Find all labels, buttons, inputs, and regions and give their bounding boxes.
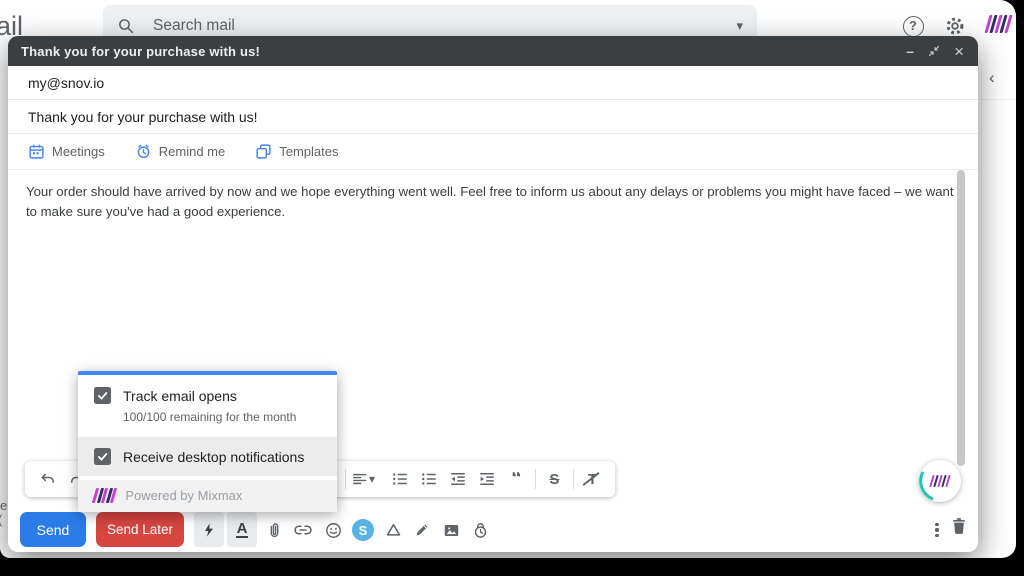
- more-options-icon[interactable]: [926, 519, 948, 541]
- bullet-list-icon[interactable]: [416, 465, 443, 493]
- align-icon[interactable]: ▾: [351, 465, 385, 493]
- trash-icon: [949, 516, 969, 536]
- minimize-icon[interactable]: –: [906, 44, 914, 58]
- checkbox-checked-icon[interactable]: [94, 387, 111, 404]
- alarm-icon: [135, 143, 152, 160]
- track-email-opens-label: Track email opens: [123, 388, 237, 404]
- compose-header[interactable]: Thank you for your purchase with us! – ×: [8, 36, 978, 66]
- align-caret-icon: ▾: [369, 472, 385, 486]
- meetings-label: Meetings: [52, 144, 105, 159]
- templates-label: Templates: [279, 144, 338, 159]
- meetings-button[interactable]: Meetings: [28, 143, 105, 160]
- undo-icon[interactable]: [34, 465, 61, 493]
- popout-icon[interactable]: [928, 45, 940, 57]
- side-panel-rule: [982, 99, 1016, 100]
- toolbar-divider: [573, 469, 574, 489]
- mixmax-send-options-popup: Track email opens 100/100 remaining for …: [78, 371, 337, 512]
- screen: ail ▾ ? ‹ e ( Thank you for your purchas…: [0, 0, 1024, 576]
- insert-drive-file-button[interactable]: [381, 517, 405, 543]
- message-body[interactable]: Your order should have arrived by now an…: [26, 182, 954, 223]
- mixmax-logo-icon: [929, 475, 951, 487]
- subject-field[interactable]: Thank you for your purchase with us!: [8, 100, 978, 134]
- clear-formatting-icon[interactable]: T: [579, 465, 606, 493]
- page-edge-fragment: e: [0, 498, 7, 513]
- templates-icon: [255, 143, 272, 160]
- strikethrough-icon[interactable]: S: [541, 465, 568, 493]
- mixmax-toolbar: Meetings Remind me Templates: [8, 134, 978, 170]
- send-button[interactable]: Send: [20, 512, 86, 547]
- recipient-value: my@snov.io: [28, 75, 104, 91]
- lock-clock-icon: [471, 521, 490, 540]
- insert-link-button[interactable]: [291, 517, 315, 543]
- insert-photo-button[interactable]: [439, 517, 463, 543]
- mixmax-tracking-toggle[interactable]: [194, 512, 224, 547]
- formatting-options-toggle[interactable]: A: [227, 512, 257, 547]
- pen-icon: [413, 521, 431, 539]
- outdent-icon[interactable]: [445, 465, 472, 493]
- help-icon: ?: [903, 16, 924, 37]
- link-icon: [293, 520, 313, 540]
- page-edge-fragment: (: [0, 512, 2, 527]
- skype-icon: S: [352, 519, 374, 541]
- subject-value: Thank you for your purchase with us!: [28, 109, 258, 125]
- remind-me-label: Remind me: [159, 144, 225, 159]
- search-icon: [117, 17, 135, 35]
- drive-icon: [384, 521, 403, 540]
- scrollbar-thumb[interactable]: [957, 170, 965, 466]
- search-options-caret-icon[interactable]: ▾: [736, 18, 743, 34]
- discard-draft-button[interactable]: [949, 516, 969, 541]
- powered-by-mixmax[interactable]: Powered by Mixmax: [78, 480, 337, 512]
- emoji-icon: [324, 521, 343, 540]
- side-panel-divider: [981, 62, 982, 552]
- tracking-quota-note: 100/100 remaining for the month: [78, 410, 337, 437]
- gear-icon: [944, 15, 966, 37]
- remind-me-button[interactable]: Remind me: [135, 143, 225, 160]
- attach-file-button[interactable]: [262, 517, 286, 543]
- search-input[interactable]: [153, 17, 736, 35]
- paperclip-icon: [265, 521, 284, 540]
- chevron-left-icon[interactable]: ‹: [989, 68, 995, 88]
- desktop-notifications-label: Receive desktop notifications: [123, 449, 304, 465]
- insert-emoji-button[interactable]: [321, 517, 345, 543]
- compose-title: Thank you for your purchase with us!: [21, 44, 892, 59]
- pen-button[interactable]: [410, 517, 434, 543]
- checkbox-checked-icon[interactable]: [94, 448, 111, 465]
- desktop-notifications-option[interactable]: Receive desktop notifications: [78, 437, 337, 476]
- toolbar-divider: [535, 469, 536, 489]
- powered-by-label: Powered by Mixmax: [125, 488, 242, 503]
- gmail-page: ail ▾ ? ‹ e ( Thank you for your purchas…: [0, 0, 1016, 558]
- track-email-opens-option[interactable]: Track email opens: [78, 375, 337, 410]
- image-icon: [442, 521, 461, 540]
- text-format-icon: A: [236, 521, 249, 538]
- lightning-icon: [201, 522, 217, 538]
- mixmax-logo-icon: [92, 488, 118, 503]
- toolbar-divider: [345, 469, 346, 489]
- confidential-mode-button[interactable]: [468, 517, 492, 543]
- close-icon[interactable]: ×: [954, 43, 964, 60]
- indent-icon[interactable]: [474, 465, 501, 493]
- mixmax-badge[interactable]: [919, 460, 961, 502]
- skype-button[interactable]: S: [351, 517, 375, 543]
- recipient-field[interactable]: my@snov.io: [8, 66, 978, 100]
- calendar-icon: [28, 143, 45, 160]
- templates-button[interactable]: Templates: [255, 143, 338, 160]
- mixmax-extension-icon[interactable]: [987, 15, 1010, 38]
- quote-icon[interactable]: “: [503, 472, 530, 486]
- numbered-list-icon[interactable]: [387, 465, 414, 493]
- send-later-button[interactable]: Send Later: [96, 512, 184, 547]
